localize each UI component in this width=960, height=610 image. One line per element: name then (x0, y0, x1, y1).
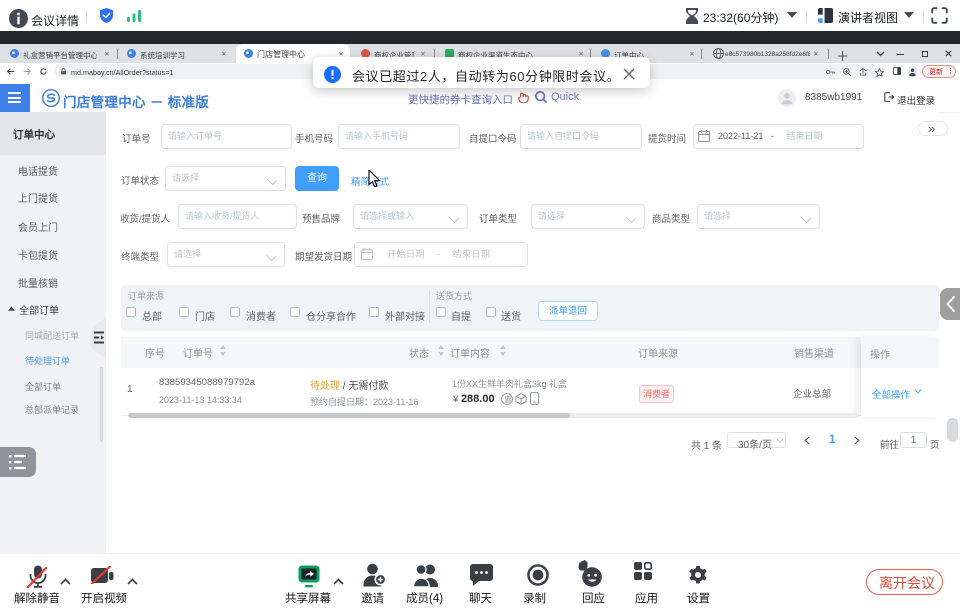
svg-text:惠: 惠 (504, 395, 511, 404)
